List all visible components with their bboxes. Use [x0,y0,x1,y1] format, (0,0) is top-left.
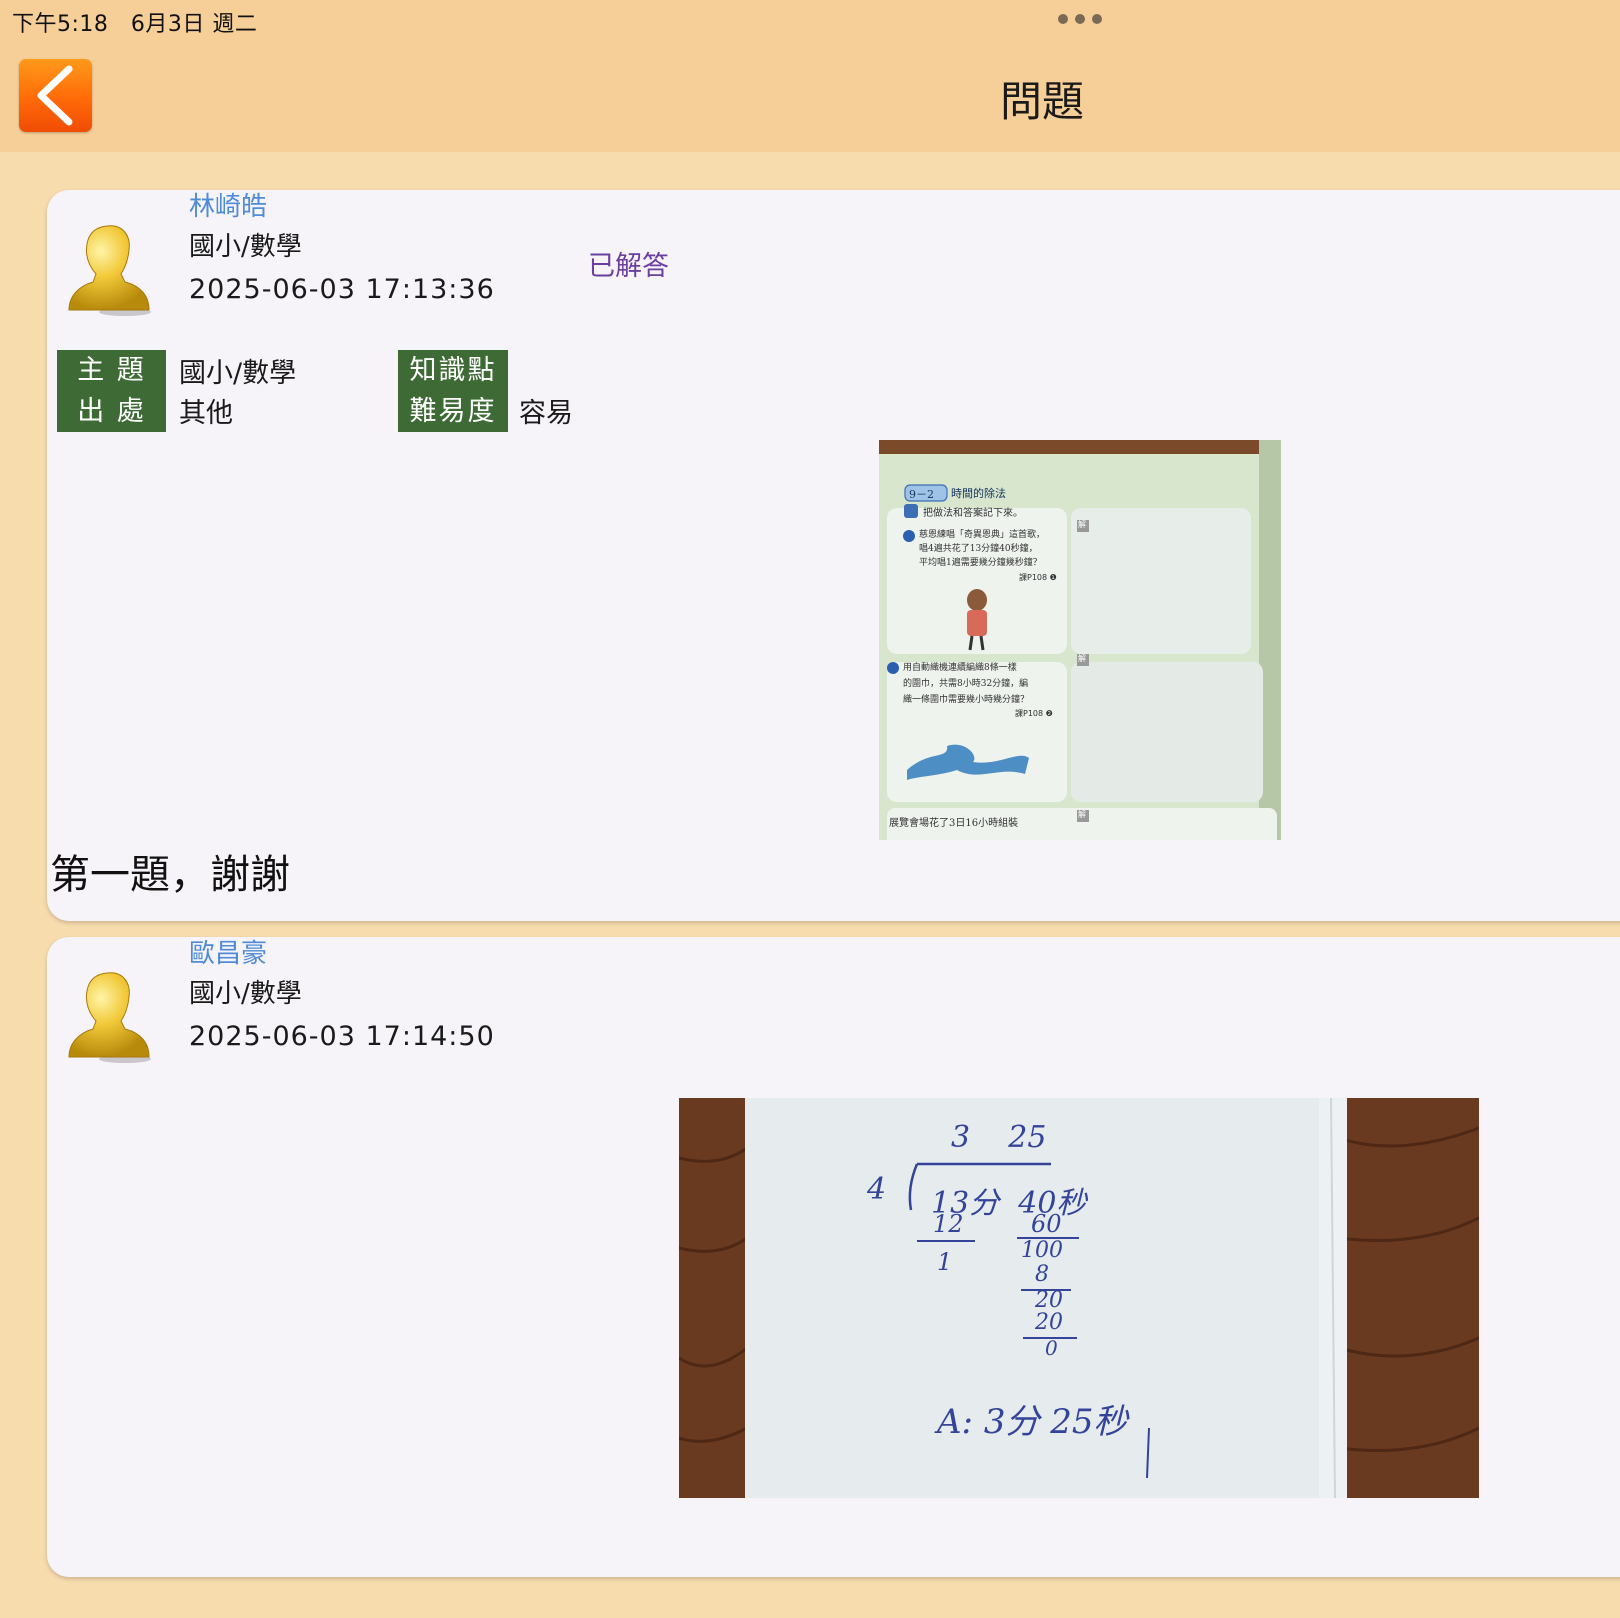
post-author-name[interactable]: 林崎皓 [189,186,267,223]
back-button[interactable] [19,59,92,132]
post-timestamp: 2025-06-03 17:14:50 [189,1021,495,1052]
knowledge-point-label: 知識點 [398,350,508,391]
section-title: 時間的除法 [951,487,1006,500]
multitasking-dots-icon[interactable] [1058,14,1102,26]
answer-post-card[interactable]: 歐昌豪 國小/數學 2025-06-03 17:14:50 3 25 4 13分… [47,937,1620,1577]
source-label: 出 處 [57,391,166,432]
textbook-question-3: 展覽會場花了3日16小時組裝 [889,818,1019,829]
q1-reference: 課P108 ❶ [1019,573,1057,582]
textbook-question-1: 慈恩練唱「奇異恩典」這首歌， 唱4遍共花了13分鐘40秒鐘， 平均唱1遍需要幾分鐘幾… [919,530,1046,568]
solve-tag-2: 解 [1078,654,1086,663]
page-title: 問題 [1000,77,1085,126]
step-100: 100 [1021,1238,1063,1263]
difficulty-value: 容易 [519,398,573,429]
step-remainder-1: 1 [937,1248,953,1276]
solve-tag-1: 解 [1078,520,1086,529]
instruction-text: 把做法和答案記下來。 [923,508,1023,519]
answered-status-badge: 已解答 [588,251,669,282]
post-author-name[interactable]: 歐昌豪 [189,933,267,970]
step-12: 12 [933,1210,964,1238]
textbook-page-illustration [879,440,1281,840]
topic-value: 國小/數學 [179,358,297,389]
chevron-left-icon [37,65,73,126]
textbook-question-2: 用自動織機連續編織8條一樣 的圍巾，共需8小時32分鐘，編 織一條圍巾需要幾小時幾分… [903,663,1030,705]
question-photo[interactable]: 時間的除法 9－2 把做法和答案記下來。 慈恩練唱「奇異恩典」這首歌， 唱4遍共花… [879,440,1281,840]
section-number: 9－2 [909,488,934,501]
solve-tag-3: 解 [1078,810,1086,819]
difficulty-label: 難易度 [398,391,508,432]
q2-reference: 課P108 ❷ [1015,709,1053,718]
step-0: 0 [1045,1336,1058,1360]
question-post-card[interactable]: 林崎皓 國小/數學 2025-06-03 17:13:36 已解答 主 題 國小… [47,190,1620,921]
answer-photo[interactable]: 3 25 4 13分 40秒 12 1 60 100 8 20 20 0 A: … [679,1098,1479,1498]
status-clock: 下午5:18 6月3日 週二 [12,6,257,38]
navigation-bar: 下午5:18 6月3日 週二 問題 [0,0,1620,152]
status-date: 6月3日 週二 [130,12,258,37]
user-avatar-icon [68,225,151,316]
topic-label: 主 題 [57,350,166,391]
divisor: 4 [867,1172,887,1207]
handwritten-answer: A: 3分 25秒 [937,1402,1128,1442]
user-avatar-icon [68,972,151,1063]
post-subject: 國小/數學 [189,232,302,262]
step-60: 60 [1031,1210,1062,1238]
status-time: 下午5:18 [12,12,109,37]
source-value: 其他 [179,398,233,429]
step-20b: 20 [1035,1310,1063,1335]
question-text: 第一題，謝謝 [50,852,290,898]
step-8: 8 [1035,1262,1049,1287]
post-subject: 國小/數學 [189,979,302,1009]
post-timestamp: 2025-06-03 17:13:36 [189,274,495,305]
